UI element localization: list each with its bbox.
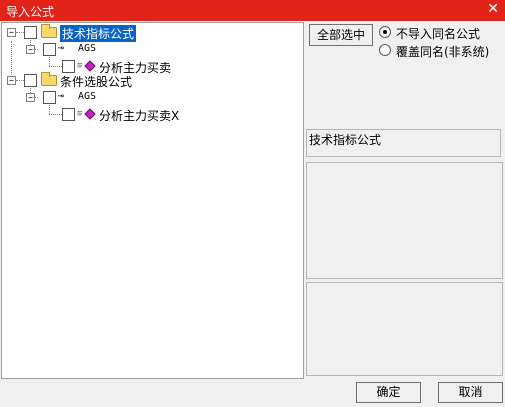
category-label: 技术指标公式 <box>309 133 382 147</box>
overwrite-duplicates-radio[interactable] <box>379 44 391 56</box>
diamond-icon <box>84 108 96 120</box>
tree-formula-ags[interactable]: − ⊸ AGS <box>2 41 302 57</box>
folder-icon <box>41 24 57 38</box>
group-checkbox[interactable] <box>24 26 37 39</box>
title-bar: 导入公式 ✕ <box>0 0 505 21</box>
formula-checkbox[interactable] <box>43 43 56 56</box>
description-panel <box>306 162 503 279</box>
collapse-toggle-icon[interactable]: − <box>7 28 16 37</box>
list-icon: ≡ <box>77 61 83 71</box>
item-checkbox[interactable] <box>62 108 75 121</box>
skip-duplicates-label[interactable]: 不导入同名公式 <box>396 25 480 42</box>
folder-icon <box>41 72 57 86</box>
skip-duplicates-radio[interactable] <box>379 26 391 38</box>
collapse-toggle-icon[interactable]: − <box>26 93 35 102</box>
overwrite-duplicates-label[interactable]: 覆盖同名(非系统) <box>396 43 489 60</box>
ok-button[interactable]: 确定 <box>356 382 421 403</box>
group-label[interactable]: 条件选股公式 <box>60 73 132 90</box>
group-label[interactable]: 技术指标公式 <box>60 25 137 42</box>
window-title: 导入公式 <box>6 5 55 19</box>
category-display: 技术指标公式 <box>306 129 501 157</box>
tree-group-technical[interactable]: − 技术指标公式 <box>2 24 302 42</box>
cancel-button[interactable]: 取消 <box>438 382 503 403</box>
close-icon[interactable]: ✕ <box>487 1 499 17</box>
tree-formula-ags[interactable]: − ⊸ AGS <box>2 89 302 105</box>
select-all-button[interactable]: 全部选中 <box>309 24 373 46</box>
group-checkbox[interactable] <box>24 74 37 87</box>
formula-tree[interactable]: − 技术指标公式 − ⊸ AGS ≡ 分析主力买卖 − 条件选股公式 − ⊸ A… <box>1 22 304 379</box>
detail-panel <box>306 282 503 376</box>
collapse-toggle-icon[interactable]: − <box>7 76 16 85</box>
item-label[interactable]: 分析主力买卖X <box>99 107 179 124</box>
options-panel: 全部选中 不导入同名公式 覆盖同名(非系统) 技术指标公式 <box>306 22 503 379</box>
tree-item[interactable]: ≡ 分析主力买卖X <box>2 106 302 124</box>
key-icon: ⊸ <box>58 91 65 102</box>
list-icon: ≡ <box>77 109 83 119</box>
formula-label[interactable]: AGS <box>78 91 96 102</box>
formula-checkbox[interactable] <box>43 91 56 104</box>
formula-label[interactable]: AGS <box>78 43 96 54</box>
diamond-icon <box>84 60 96 72</box>
tree-group-screening[interactable]: − 条件选股公式 <box>2 72 302 90</box>
key-icon: ⊸ <box>58 43 65 54</box>
collapse-toggle-icon[interactable]: − <box>26 45 35 54</box>
